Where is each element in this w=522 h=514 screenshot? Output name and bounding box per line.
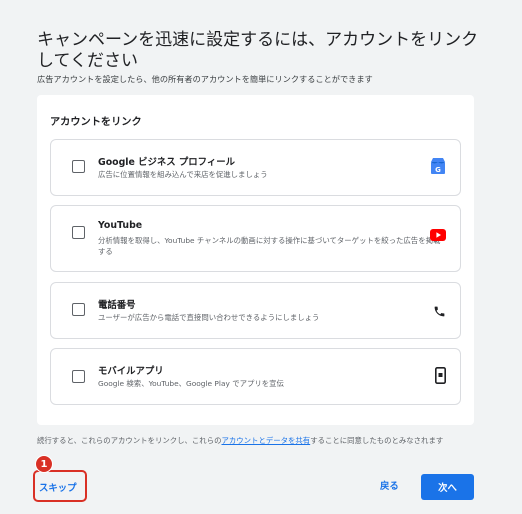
checkbox-phone-number[interactable] [72, 303, 85, 316]
consent-text: 続行すると、これらのアカウントをリンクし、これらのアカウントとデータを共有するこ… [37, 435, 502, 446]
card-title: アカウントをリンク [50, 117, 142, 128]
option-title: 電話番号 [98, 300, 136, 311]
mobile-app-icon [435, 367, 446, 388]
page-subtitle: 広告アカウントを設定したら、他の所有者のアカウントを簡単にリンクすることができま… [37, 74, 373, 84]
back-button[interactable]: 戻る [380, 478, 399, 492]
option-mobile-app[interactable]: モバイルアプリ Google 検索、YouTube、Google Play でア… [50, 348, 461, 405]
google-business-profile-icon: G [430, 157, 446, 179]
option-title: YouTube [98, 220, 143, 231]
option-google-business-profile[interactable]: Google ビジネス プロフィール 広告に位置情報を組み込んで来店を促進しまし… [50, 139, 461, 196]
link-accounts-card: アカウントをリンク Google ビジネス プロフィール 広告に位置情報を組み込… [37, 95, 474, 425]
page-title: キャンペーンを迅速に設定するには、アカウントをリンクしてください [37, 30, 479, 71]
option-phone-number[interactable]: 電話番号 ユーザーが広告から電話で直接問い合わせできるようにしましょう [50, 282, 461, 339]
youtube-icon [430, 226, 446, 245]
checkbox-youtube[interactable] [72, 226, 85, 239]
svg-text:G: G [435, 166, 441, 174]
skip-button[interactable]: スキップ [39, 478, 77, 496]
share-accounts-and-data-link[interactable]: アカウントとデータを共有 [221, 436, 310, 445]
option-title: モバイルアプリ [98, 366, 164, 377]
option-youtube[interactable]: YouTube 分析情報を取得し、YouTube チャンネルの動画に対する操作に… [50, 205, 461, 272]
consent-text-after: することに同意したものとみなされます [310, 436, 444, 445]
step-number-badge: 1 [35, 455, 53, 473]
checkbox-google-business-profile[interactable] [72, 160, 85, 173]
option-description: 分析情報を取得し、YouTube チャンネルの動画に対する操作に基づいてターゲッ… [98, 236, 441, 256]
consent-text-before: 続行すると、これらのアカウントをリンクし、これらの [37, 436, 222, 445]
option-description: Google 検索、YouTube、Google Play でアプリを宣伝 [98, 379, 284, 388]
option-title: Google ビジネス プロフィール [98, 157, 235, 168]
next-button[interactable]: 次へ [421, 474, 474, 500]
option-description: ユーザーが広告から電話で直接問い合わせできるようにしましょう [98, 313, 320, 322]
checkbox-mobile-app[interactable] [72, 370, 85, 383]
option-description: 広告に位置情報を組み込んで来店を促進しましょう [98, 170, 268, 179]
phone-icon [433, 303, 446, 322]
